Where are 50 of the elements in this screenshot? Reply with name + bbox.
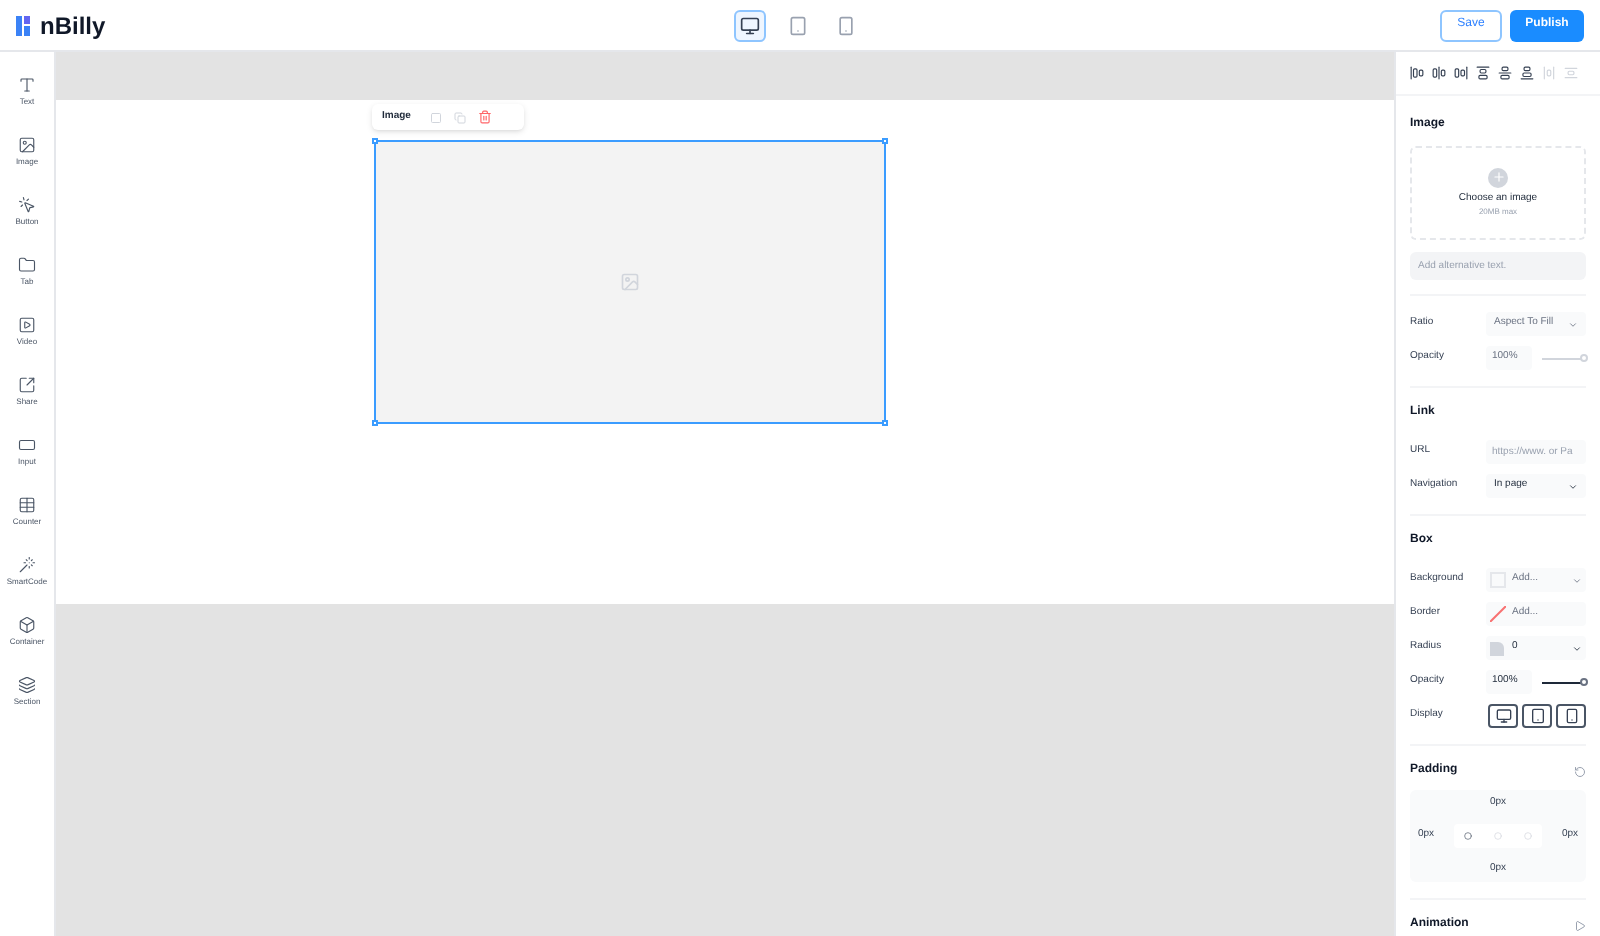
resize-handle[interactable] [882, 420, 888, 426]
align-top-icon[interactable] [1476, 66, 1490, 80]
resize-handle[interactable] [372, 420, 378, 426]
chevron-down-icon [1568, 481, 1578, 491]
add-icon [1488, 167, 1508, 188]
logo: nBilly [40, 9, 106, 43]
smartphone-icon [836, 15, 856, 35]
square-icon[interactable] [430, 111, 443, 123]
display-toggle[interactable] [1488, 704, 1518, 728]
image-icon [620, 272, 640, 292]
no-color-icon [1490, 606, 1506, 622]
chevron-down-icon [1568, 319, 1578, 329]
logo-icon [16, 15, 36, 35]
chevron-down-icon [1572, 575, 1582, 585]
image-placeholder[interactable] [374, 140, 886, 424]
align-center-icon[interactable] [1432, 66, 1446, 80]
radius-icon [1490, 641, 1504, 655]
text-icon [18, 76, 36, 94]
tablet-icon [788, 15, 808, 35]
opacity-slider[interactable] [1542, 354, 1586, 362]
input-icon [18, 436, 36, 454]
device-toggle[interactable] [734, 9, 766, 41]
image-icon [18, 136, 36, 154]
resize-handle[interactable] [372, 138, 378, 144]
display-toggle[interactable] [1556, 704, 1586, 728]
smartphone-icon [1563, 708, 1579, 724]
layers-icon [18, 676, 36, 694]
align-left-icon[interactable] [1410, 66, 1424, 80]
wand-icon [18, 556, 36, 574]
cube-icon [18, 616, 36, 634]
play-icon[interactable] [1574, 919, 1586, 931]
monitor-icon [740, 15, 760, 35]
pointer-icon [18, 196, 36, 214]
grid-icon [18, 496, 36, 514]
align-bottom-icon[interactable] [1520, 66, 1534, 80]
align-right-icon[interactable] [1454, 66, 1468, 80]
share-icon [18, 376, 36, 394]
opacity-slider[interactable] [1542, 678, 1586, 686]
reset-icon[interactable] [1574, 765, 1586, 777]
transparent-swatch-icon [1490, 572, 1506, 588]
circle-icon [1464, 832, 1473, 840]
resize-handle[interactable] [882, 138, 888, 144]
tablet-icon [1529, 708, 1545, 724]
trash-icon[interactable] [478, 110, 493, 124]
video-icon [18, 316, 36, 334]
folder-icon [18, 256, 36, 274]
monitor-icon [1495, 708, 1511, 724]
display-toggle[interactable] [1522, 704, 1552, 728]
align-middle-icon[interactable] [1498, 66, 1512, 80]
chevron-down-icon [1572, 643, 1582, 653]
